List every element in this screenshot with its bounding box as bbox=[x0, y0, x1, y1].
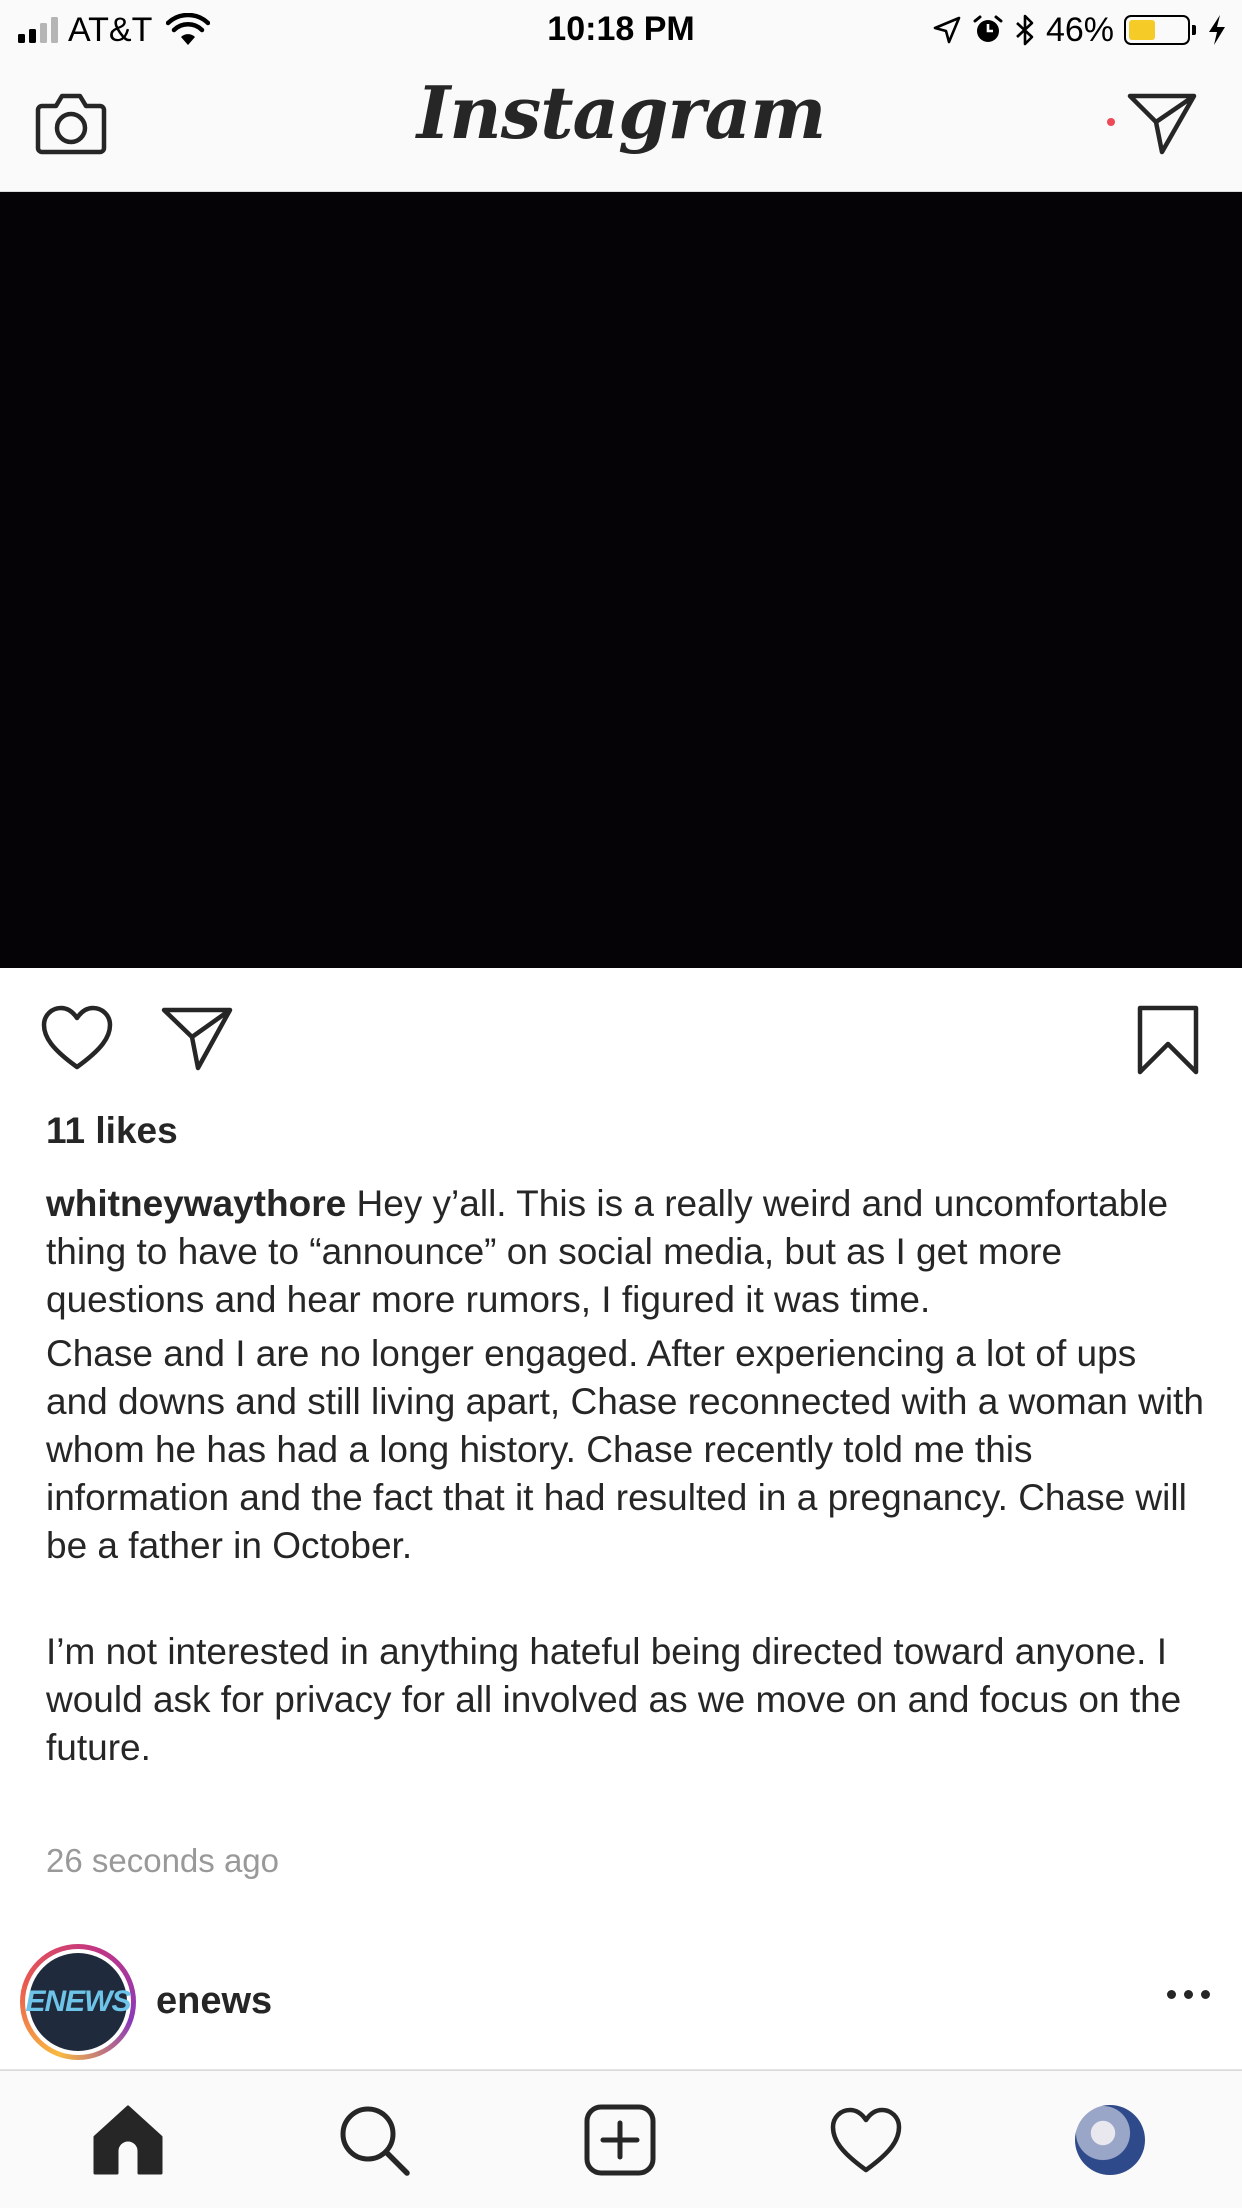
bottom-tab-bar bbox=[0, 2070, 1242, 2208]
story-avatar-ring[interactable]: ENEWS bbox=[20, 1944, 136, 2060]
bluetooth-icon bbox=[1016, 14, 1034, 46]
post-media-image[interactable] bbox=[0, 192, 1242, 968]
caption-paragraph-1: whitneywaythore Hey y’all. This is a rea… bbox=[46, 1180, 1206, 1324]
like-heart-icon[interactable] bbox=[40, 1004, 114, 1072]
add-post-icon[interactable] bbox=[583, 2103, 657, 2177]
likes-count[interactable]: 11 likes bbox=[46, 1110, 178, 1152]
avatar: ENEWS bbox=[26, 1953, 132, 2051]
alarm-icon bbox=[973, 15, 1003, 42]
caption-username[interactable]: whitneywaythore bbox=[46, 1183, 346, 1224]
location-icon bbox=[933, 16, 961, 44]
direct-message-icon[interactable] bbox=[1126, 90, 1198, 156]
avatar-frame: ENEWS bbox=[25, 1949, 132, 2055]
post-username[interactable]: enews bbox=[156, 1980, 272, 2023]
top-navigation-bar: Instagram bbox=[0, 60, 1242, 192]
battery-icon bbox=[1124, 15, 1196, 45]
post-timestamp: 26 seconds ago bbox=[46, 1842, 280, 1879]
instagram-feed-screen: AT&T 10:18 PM 46% Instagram 11 likes whi… bbox=[0, 0, 1242, 2208]
share-direct-icon[interactable] bbox=[160, 1004, 234, 1072]
save-bookmark-icon[interactable] bbox=[1134, 1004, 1202, 1076]
charging-icon bbox=[1209, 15, 1225, 45]
caption-paragraph-2: Chase and I are no longer engaged. After… bbox=[46, 1333, 1204, 1566]
avatar-logo-text: ENEWS bbox=[25, 1985, 132, 2018]
caption-paragraph-3: I’m not interested in anything hateful b… bbox=[46, 1631, 1182, 1768]
more-options-icon[interactable] bbox=[1167, 1990, 1210, 1999]
notification-dot bbox=[1107, 118, 1115, 126]
search-icon[interactable] bbox=[337, 2103, 411, 2177]
battery-fill bbox=[1129, 20, 1155, 40]
profile-avatar[interactable] bbox=[1075, 2105, 1145, 2175]
status-bar: AT&T 10:18 PM 46% bbox=[0, 0, 1242, 60]
activity-heart-icon[interactable] bbox=[829, 2103, 903, 2177]
status-right: 46% bbox=[932, 10, 1228, 50]
battery-percentage: 46% bbox=[1045, 10, 1114, 49]
home-icon[interactable] bbox=[91, 2103, 165, 2177]
post-caption: whitneywaythore Hey y’all. This is a rea… bbox=[46, 1180, 1206, 1772]
instagram-logo[interactable]: Instagram bbox=[0, 70, 1242, 155]
next-post-header: ENEWS enews bbox=[0, 1940, 1242, 2070]
